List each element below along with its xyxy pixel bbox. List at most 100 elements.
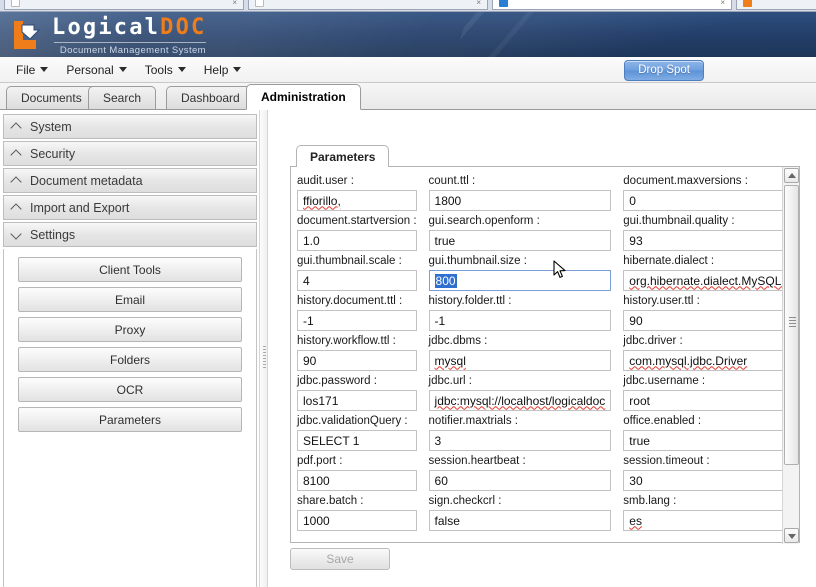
parameter-value: root <box>629 393 650 408</box>
triangle-up-icon <box>788 173 796 178</box>
chevron-down-icon <box>177 67 186 72</box>
parameter-field: audit.user : ffiorillo, <box>297 173 417 213</box>
parameter-input[interactable]: ffiorillo, <box>297 190 417 211</box>
save-button[interactable]: Save <box>290 548 390 570</box>
sidebar-section-label: Settings <box>30 227 76 242</box>
menu-personal[interactable]: Personal <box>58 60 134 80</box>
chevron-down-icon <box>40 67 49 72</box>
parameter-input[interactable]: SELECT 1 <box>297 430 417 451</box>
scrollbar-grip-icon <box>789 317 796 328</box>
parameter-label: session.timeout : <box>623 455 710 467</box>
close-icon[interactable]: × <box>232 0 237 7</box>
parameter-input[interactable]: -1 <box>297 310 417 331</box>
parameter-input[interactable]: root <box>623 390 782 411</box>
parameter-input[interactable]: 1.0 <box>297 230 417 251</box>
parameters-field-grid: audit.user : ffiorillo, count.ttl : 1800 doc… <box>297 173 782 533</box>
parameter-field: count.ttl : 1800 <box>428 173 612 213</box>
panel-splitter[interactable] <box>259 110 268 587</box>
parameter-input[interactable]: 1000 <box>297 510 417 531</box>
sidebar-section-security[interactable]: Security <box>3 141 257 166</box>
parameter-field: sign.checkcrl : false <box>428 493 612 533</box>
parameter-value: 1800 <box>434 193 462 208</box>
browser-tab[interactable]: × <box>4 0 244 10</box>
sidebar-item-client-tools[interactable]: Client Tools <box>18 257 242 282</box>
sidebar-item-parameters[interactable]: Parameters <box>18 407 242 432</box>
parameter-field: notifier.maxtrials : 3 <box>428 413 612 453</box>
tab-search[interactable]: Search <box>88 86 157 110</box>
menu-tools-label: Tools <box>144 62 173 77</box>
parameter-input[interactable]: false <box>428 510 612 531</box>
drop-spot-button[interactable]: Drop Spot <box>624 60 704 81</box>
parameter-input[interactable]: 4 <box>297 270 417 291</box>
parameter-value: true <box>629 433 650 448</box>
parameter-value: los171 <box>303 393 339 408</box>
parameter-input[interactable]: 90 <box>623 310 782 331</box>
tab-parameters[interactable]: Parameters <box>296 145 390 167</box>
parameter-input[interactable]: com.mysql.jdbc.Driver <box>623 350 782 371</box>
parameter-input[interactable]: -1 <box>428 310 612 331</box>
parameter-label: jdbc.password : <box>297 375 377 387</box>
parameter-field: jdbc.url : jdbc:mysql://localhost/logical… <box>428 373 612 413</box>
parameter-input[interactable]: org.hibernate.dialect.MySQLDialect <box>623 270 782 291</box>
sidebar-item-proxy[interactable]: Proxy <box>18 317 242 342</box>
scroll-up-button[interactable] <box>784 168 799 183</box>
browser-tab-active[interactable]: × <box>492 0 732 10</box>
parameter-value: 1.0 <box>303 233 320 248</box>
menu-help[interactable]: Help <box>196 60 250 80</box>
parameter-input[interactable]: 90 <box>297 350 417 371</box>
sidebar-section-system[interactable]: System <box>3 114 257 139</box>
parameter-label: gui.search.openform : <box>428 215 540 227</box>
sidebar-section-settings[interactable]: Settings <box>3 222 257 247</box>
browser-tab[interactable] <box>736 0 816 10</box>
splitter-grip-icon <box>263 346 266 368</box>
parameter-label: history.user.ttl : <box>623 295 700 307</box>
tab-dashboard[interactable]: Dashboard <box>166 86 255 110</box>
parameter-label: jdbc.validationQuery : <box>297 415 408 427</box>
parameter-label: gui.thumbnail.quality : <box>623 215 735 227</box>
parameters-scrollbar[interactable] <box>782 167 799 544</box>
parameter-input[interactable]: jdbc:mysql://localhost/logicaldoc <box>428 390 612 411</box>
menu-file[interactable]: File <box>8 60 56 80</box>
parameter-input[interactable]: true <box>428 230 612 251</box>
scroll-down-button[interactable] <box>784 528 799 543</box>
close-icon[interactable]: × <box>476 0 481 7</box>
parameter-input[interactable]: 800 <box>428 270 612 291</box>
tab-documents[interactable]: Documents <box>6 86 97 110</box>
parameter-input[interactable]: true <box>623 430 782 451</box>
sidebar-settings-panel: Client Tools Email Proxy Folders OCR Par… <box>3 249 257 587</box>
parameter-value: 800 <box>434 273 457 288</box>
parameter-input[interactable]: 3 <box>428 430 612 451</box>
sidebar-section-import-and-export[interactable]: Import and Export <box>3 195 257 220</box>
parameter-value: -1 <box>434 313 446 328</box>
parameter-input[interactable]: 0 <box>623 190 782 211</box>
sidebar-item-email[interactable]: Email <box>18 287 242 312</box>
parameter-input[interactable]: 30 <box>623 470 782 491</box>
browser-tab[interactable]: × <box>248 0 488 10</box>
parameter-input[interactable]: los171 <box>297 390 417 411</box>
parameter-input[interactable]: 93 <box>623 230 782 251</box>
parameter-field: document.startversion : 1.0 <box>297 213 417 253</box>
scrollbar-thumb[interactable] <box>784 185 799 465</box>
parameter-input[interactable]: 60 <box>428 470 612 491</box>
parameter-field: jdbc.driver : com.mysql.jdbc.Driver <box>623 333 782 373</box>
parameter-input[interactable]: mysql <box>428 350 612 371</box>
sidebar-section-label: Import and Export <box>30 200 130 215</box>
parameter-field: history.user.ttl : 90 <box>623 293 782 333</box>
parameter-label: session.heartbeat : <box>428 455 526 467</box>
parameter-input[interactable]: 8100 <box>297 470 417 491</box>
logo-word-logical: Logical <box>52 15 161 40</box>
parameters-form-box: audit.user : ffiorillo, count.ttl : 1800 doc… <box>290 166 800 544</box>
parameter-input[interactable]: es <box>623 510 782 531</box>
parameter-label: notifier.maxtrials : <box>428 415 519 427</box>
close-icon[interactable]: × <box>720 0 725 7</box>
parameter-value: mysql <box>434 353 466 368</box>
sidebar-item-folders[interactable]: Folders <box>18 347 242 372</box>
menu-tools[interactable]: Tools <box>137 60 194 80</box>
sidebar-item-ocr[interactable]: OCR <box>18 377 242 402</box>
parameter-input[interactable]: 1800 <box>428 190 612 211</box>
sidebar-section-document-metadata[interactable]: Document metadata <box>3 168 257 193</box>
sidebar-section-label: Security <box>30 146 76 161</box>
logo-tagline: Document Management System <box>59 45 206 56</box>
tab-administration[interactable]: Administration <box>246 84 361 110</box>
parameter-label: jdbc.url : <box>428 375 472 387</box>
